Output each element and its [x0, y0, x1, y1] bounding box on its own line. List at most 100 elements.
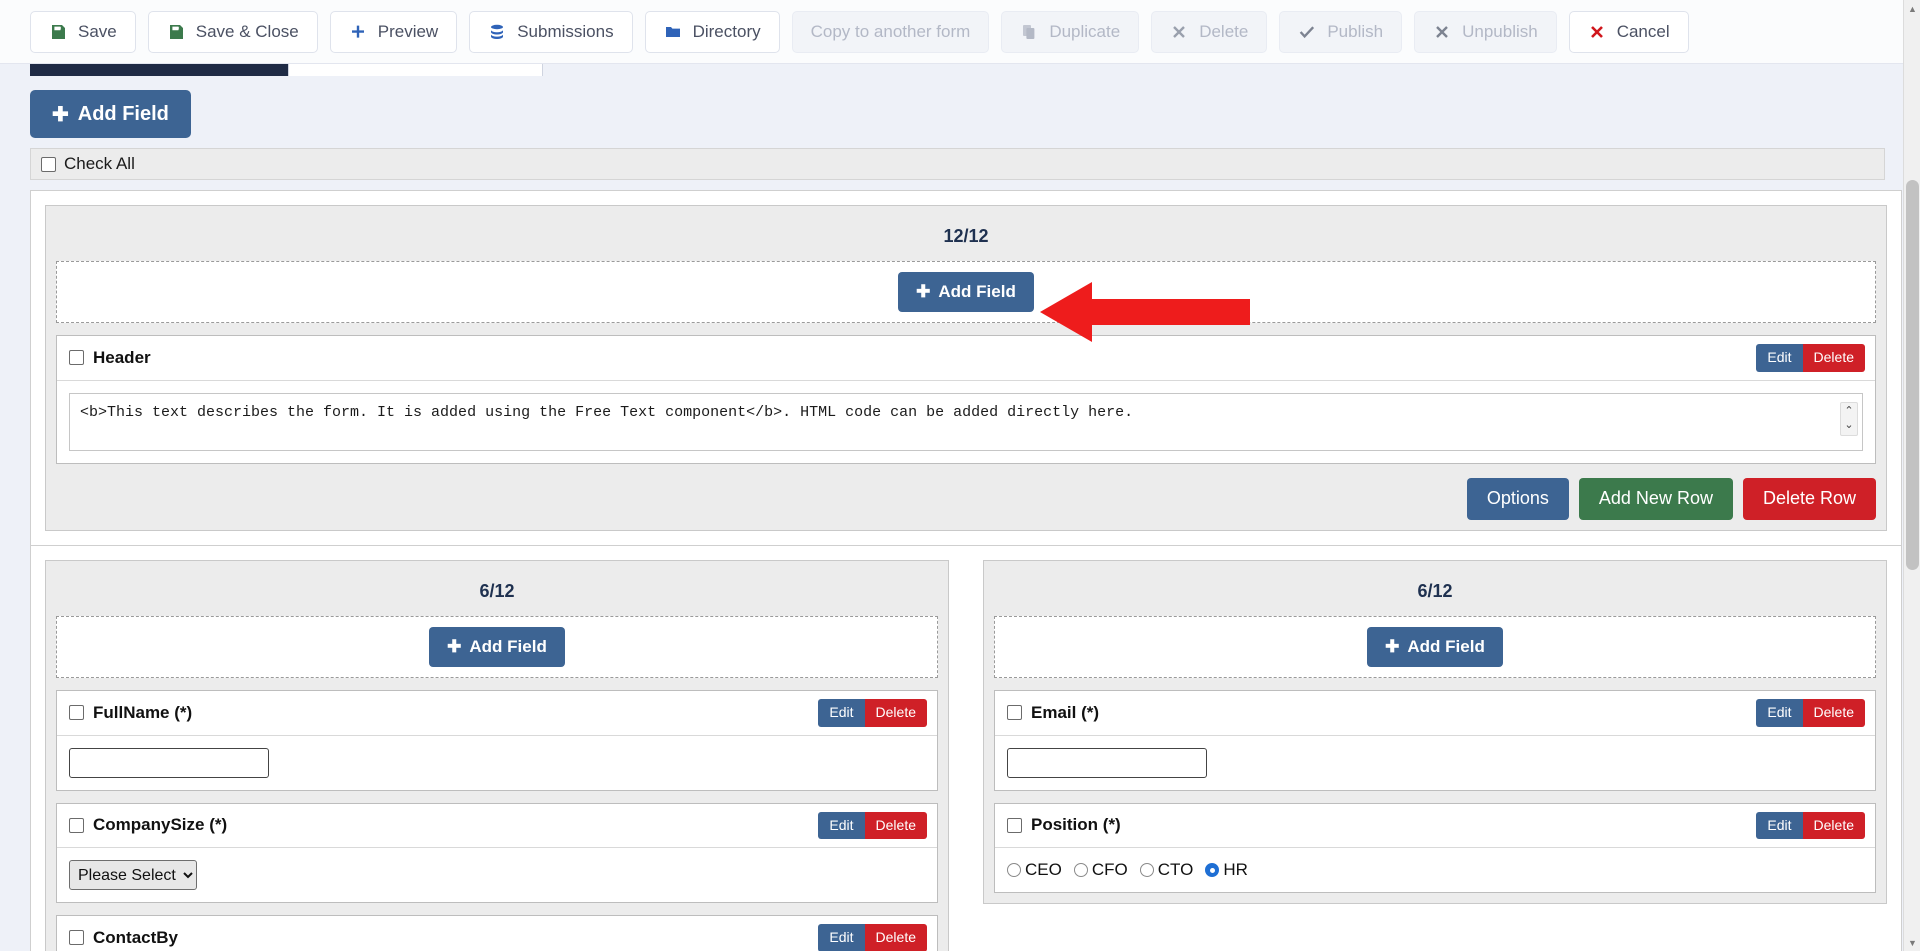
field-delete-button[interactable]: Delete — [864, 811, 927, 839]
column-dropzone[interactable]: ✚ Add Field — [994, 616, 1876, 678]
field-select-checkbox[interactable] — [1007, 817, 1022, 833]
tab-inactive[interactable] — [288, 64, 543, 76]
scroll-down-icon[interactable]: ▼ — [1904, 934, 1920, 951]
check-icon — [1298, 23, 1316, 41]
email-input[interactable] — [1007, 747, 1207, 778]
check-all-bar: Check All — [30, 148, 1885, 180]
resize-spinner[interactable]: ⌃ ⌄ — [1840, 401, 1858, 436]
field-select-checkbox[interactable] — [69, 705, 84, 721]
preview-button[interactable]: Preview — [329, 10, 458, 53]
field-edit-button[interactable]: Edit — [818, 924, 865, 951]
field-label: ContactBy — [93, 927, 179, 947]
position-label-cto: CTO — [1157, 860, 1194, 879]
field-body — [57, 736, 937, 790]
cancel-button-label: Cancel — [1616, 22, 1670, 41]
form-row-2: 6/12 ✚ Add Field FullName (*) Edit Delet… — [30, 545, 1902, 951]
save-button[interactable]: Save — [30, 10, 136, 53]
delete-button[interactable]: Delete — [1151, 10, 1268, 53]
scrollbar-thumb[interactable] — [1906, 180, 1919, 570]
field-actions: Edit Delete — [818, 924, 927, 951]
field-card-position: Position (*) Edit Delete CEO CFO CTO HR — [994, 802, 1876, 893]
add-new-row-button[interactable]: Add New Row — [1578, 477, 1733, 520]
plus-icon — [349, 23, 367, 41]
column-width-label: 6/12 — [479, 581, 515, 601]
column-dropzone[interactable]: ✚ Add Field — [56, 261, 1876, 323]
field-select-checkbox[interactable] — [69, 817, 84, 833]
field-actions: Edit Delete — [1756, 811, 1865, 839]
field-actions: Edit Delete — [818, 699, 927, 727]
publish-button[interactable]: Publish — [1279, 10, 1403, 53]
chevron-up-icon: ⌃ — [1844, 405, 1854, 417]
save-and-close-button[interactable]: Save & Close — [147, 10, 318, 53]
field-actions: Edit Delete — [1756, 699, 1865, 727]
column-6-12-left: 6/12 ✚ Add Field FullName (*) Edit Delet… — [45, 560, 949, 951]
add-field-left-label: Add Field — [469, 637, 547, 656]
position-option-hr[interactable]: HR — [1205, 860, 1248, 880]
field-body — [995, 736, 1875, 790]
row-1-actions: Options Add New Row Delete Row — [56, 464, 1876, 520]
x-icon — [1170, 23, 1188, 41]
plus-icon: ✚ — [916, 282, 931, 301]
field-header-bar: ContactBy Edit Delete — [57, 916, 937, 951]
unpublish-button-label: Unpublish — [1462, 22, 1538, 41]
field-delete-button[interactable]: Delete — [1802, 699, 1865, 727]
field-select-checkbox[interactable] — [69, 930, 84, 946]
submissions-button[interactable]: Submissions — [469, 10, 633, 53]
plus-icon: ✚ — [52, 103, 69, 126]
cancel-button[interactable]: Cancel — [1568, 10, 1689, 53]
add-field-button-row-1[interactable]: ✚ Add Field — [898, 272, 1034, 312]
field-edit-button[interactable]: Edit — [1756, 811, 1803, 839]
copy-to-another-form-label: Copy to another form — [810, 22, 971, 41]
position-option-cto[interactable]: CTO — [1139, 860, 1194, 880]
scroll-up-icon[interactable]: ▲ — [1904, 0, 1920, 17]
field-edit-button[interactable]: Edit — [818, 811, 865, 839]
position-option-ceo[interactable]: CEO — [1007, 860, 1062, 880]
form-row-1: 12/12 ✚ Add Field Header Edit Delete <b>… — [30, 190, 1902, 546]
field-card-header: Header Edit Delete <b>This text describe… — [56, 335, 1876, 464]
copy-to-another-form-button[interactable]: Copy to another form — [791, 10, 990, 53]
position-radio-ceo[interactable] — [1007, 863, 1021, 877]
row-options-button[interactable]: Options — [1466, 477, 1569, 520]
field-edit-button[interactable]: Edit — [1756, 344, 1803, 372]
position-option-cfo[interactable]: CFO — [1073, 860, 1128, 880]
field-header-bar: CompanySize (*) Edit Delete — [57, 804, 937, 848]
check-all-checkbox[interactable] — [41, 156, 56, 172]
add-field-button-left-column[interactable]: ✚ Add Field — [429, 627, 565, 667]
field-body: Please Select — [57, 848, 937, 902]
unpublish-button[interactable]: Unpublish — [1414, 10, 1557, 53]
tab-active[interactable] — [30, 64, 288, 76]
duplicate-button-label: Duplicate — [1049, 22, 1121, 41]
free-text-value: <b>This text describes the form. It is a… — [80, 403, 1134, 421]
directory-button[interactable]: Directory — [644, 10, 780, 53]
check-all-label: Check All — [64, 154, 135, 173]
field-select-checkbox[interactable] — [1007, 705, 1022, 721]
duplicate-button[interactable]: Duplicate — [1001, 10, 1140, 53]
vertical-scrollbar[interactable]: ▲ ▼ — [1903, 0, 1920, 951]
companysize-select[interactable]: Please Select — [69, 860, 197, 890]
add-field-button-right-column[interactable]: ✚ Add Field — [1367, 627, 1503, 667]
field-delete-button[interactable]: Delete — [864, 924, 927, 951]
save-and-close-button-label: Save & Close — [195, 22, 299, 41]
delete-row-button[interactable]: Delete Row — [1742, 477, 1876, 520]
position-radio-hr[interactable] — [1205, 863, 1220, 877]
chevron-down-icon: ⌄ — [1844, 419, 1854, 431]
field-body: <b>This text describes the form. It is a… — [57, 381, 1875, 463]
field-delete-button[interactable]: Delete — [864, 699, 927, 727]
fullname-input[interactable] — [69, 747, 269, 778]
position-radio-cto[interactable] — [1139, 863, 1154, 877]
free-text-container: <b>This text describes the form. It is a… — [69, 392, 1863, 451]
field-delete-button[interactable]: Delete — [1802, 344, 1865, 372]
field-select-checkbox[interactable] — [69, 350, 84, 366]
field-edit-button[interactable]: Edit — [1756, 699, 1803, 727]
add-field-button-main[interactable]: ✚ Add Field — [30, 90, 191, 138]
field-delete-button[interactable]: Delete — [1802, 811, 1865, 839]
column-width-label: 12/12 — [943, 226, 989, 246]
top-toolbar: Save Save & Close Preview Submissions Di… — [0, 0, 1920, 64]
field-edit-button[interactable]: Edit — [818, 699, 865, 727]
column-dropzone[interactable]: ✚ Add Field — [56, 616, 938, 678]
submissions-button-label: Submissions — [517, 22, 614, 41]
plus-icon: ✚ — [1385, 637, 1400, 656]
plus-icon: ✚ — [447, 637, 462, 656]
field-actions: Edit Delete — [1756, 344, 1865, 372]
position-radio-cfo[interactable] — [1073, 863, 1088, 877]
